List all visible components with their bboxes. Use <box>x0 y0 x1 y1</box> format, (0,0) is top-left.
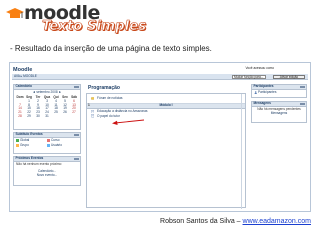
participants-block: Participantes Participantes <box>251 84 307 98</box>
calendar-day <box>70 115 79 119</box>
moodle-logo: moodle Texto Simples <box>6 2 156 35</box>
events-key-block: Subtítulo Eventos Global Curso Grupo Usu… <box>13 132 81 154</box>
course-color-swatch <box>47 139 50 143</box>
highlight-arrow-icon <box>112 119 145 125</box>
event-key-user[interactable]: Usuário <box>47 143 78 148</box>
website-link[interactable]: www.eadamazon.com <box>243 218 311 225</box>
slide-caption: - Resultado da inserção de uma página de… <box>10 44 212 53</box>
breadcrumb[interactable]: AVA ▸ MOODLE <box>14 74 37 79</box>
block-controls-icon[interactable] <box>73 85 79 89</box>
messages-header: Mensagens <box>252 101 306 107</box>
course-sections: Fórum de notícias 1 Módulo I Educação a … <box>86 93 246 209</box>
upcoming-events-block: Próximos Eventos Não há nenhum evento pr… <box>13 156 81 186</box>
messages-link[interactable]: Mensagens <box>252 111 306 116</box>
news-forum-link[interactable]: Fórum de notícias <box>87 96 245 101</box>
calendar-day[interactable]: 29 <box>25 114 34 119</box>
calendar-day[interactable]: 30 <box>34 114 43 119</box>
topic-number: 1 <box>88 103 90 107</box>
events-key-title: Subtítulo Eventos <box>15 132 43 136</box>
topic-0-controls <box>241 94 245 103</box>
messages-title: Mensagens <box>253 101 271 105</box>
calendar-header: Calendário <box>14 84 80 90</box>
block-controls-icon[interactable] <box>73 133 79 137</box>
topic-1: 1 Módulo I Educação a distância no Amazo… <box>87 103 245 209</box>
navigation-bar: AVA ▸ MOODLE Mudar função para... Ativar… <box>12 74 308 80</box>
new-event-link[interactable]: Novo evento... <box>14 173 80 178</box>
switch-role-select[interactable]: Mudar função para... <box>232 74 266 79</box>
author-credit: Robson Santos da Silva – www.eadamazon.c… <box>160 218 311 225</box>
user-color-swatch <box>47 144 50 148</box>
block-controls-icon[interactable] <box>299 102 305 106</box>
block-controls-icon[interactable] <box>73 157 79 161</box>
calendar-day <box>61 115 70 119</box>
calendar-grid: Dom Seg Ter Qua Qui Sex Sáb 1 2 3 4 5 6 7 8 9 10 11 12 13 14… <box>16 95 79 119</box>
site-title: Moodle <box>13 67 33 73</box>
calendar-day[interactable]: 31 <box>43 114 52 119</box>
section-title: Programação <box>88 85 120 91</box>
upcoming-events-title: Próximos Eventos <box>15 156 44 160</box>
event-key-group[interactable]: Grupo <box>16 143 47 148</box>
messages-block: Mensagens Não há mensagens pendentes Men… <box>251 101 307 123</box>
graduation-cap-icon <box>6 8 24 18</box>
calendar-block: Calendário ◄ setembro 2008 ► Dom Seg Ter Qu… <box>13 84 81 130</box>
topic-1-controls <box>241 104 245 209</box>
block-controls-icon[interactable] <box>299 85 305 89</box>
author-name: Robson Santos da Silva – <box>160 218 243 225</box>
participants-title: Participantes <box>253 84 274 88</box>
group-color-swatch <box>16 144 19 148</box>
users-icon <box>254 90 257 94</box>
participants-link[interactable]: Participantes <box>252 90 306 95</box>
calendar-day <box>52 115 61 119</box>
moodle-screenshot: Moodle Você acessou como AVA ▸ MOODLE Mu… <box>9 62 311 212</box>
forum-icon <box>91 96 95 100</box>
upcoming-events-header: Próximos Eventos <box>14 156 80 162</box>
calendar-title: Calendário <box>15 84 32 88</box>
calendar-day[interactable]: 28 <box>16 114 25 119</box>
global-color-swatch <box>16 139 19 143</box>
document-icon <box>91 109 95 113</box>
no-events-text: Não há nenhum evento próximo <box>16 162 62 166</box>
document-icon <box>91 114 95 118</box>
logo-subtitle: Texto Simples <box>42 19 147 35</box>
login-info: Você acessou como <box>245 66 274 70</box>
edit-button[interactable]: Ativar edição <box>273 74 305 79</box>
